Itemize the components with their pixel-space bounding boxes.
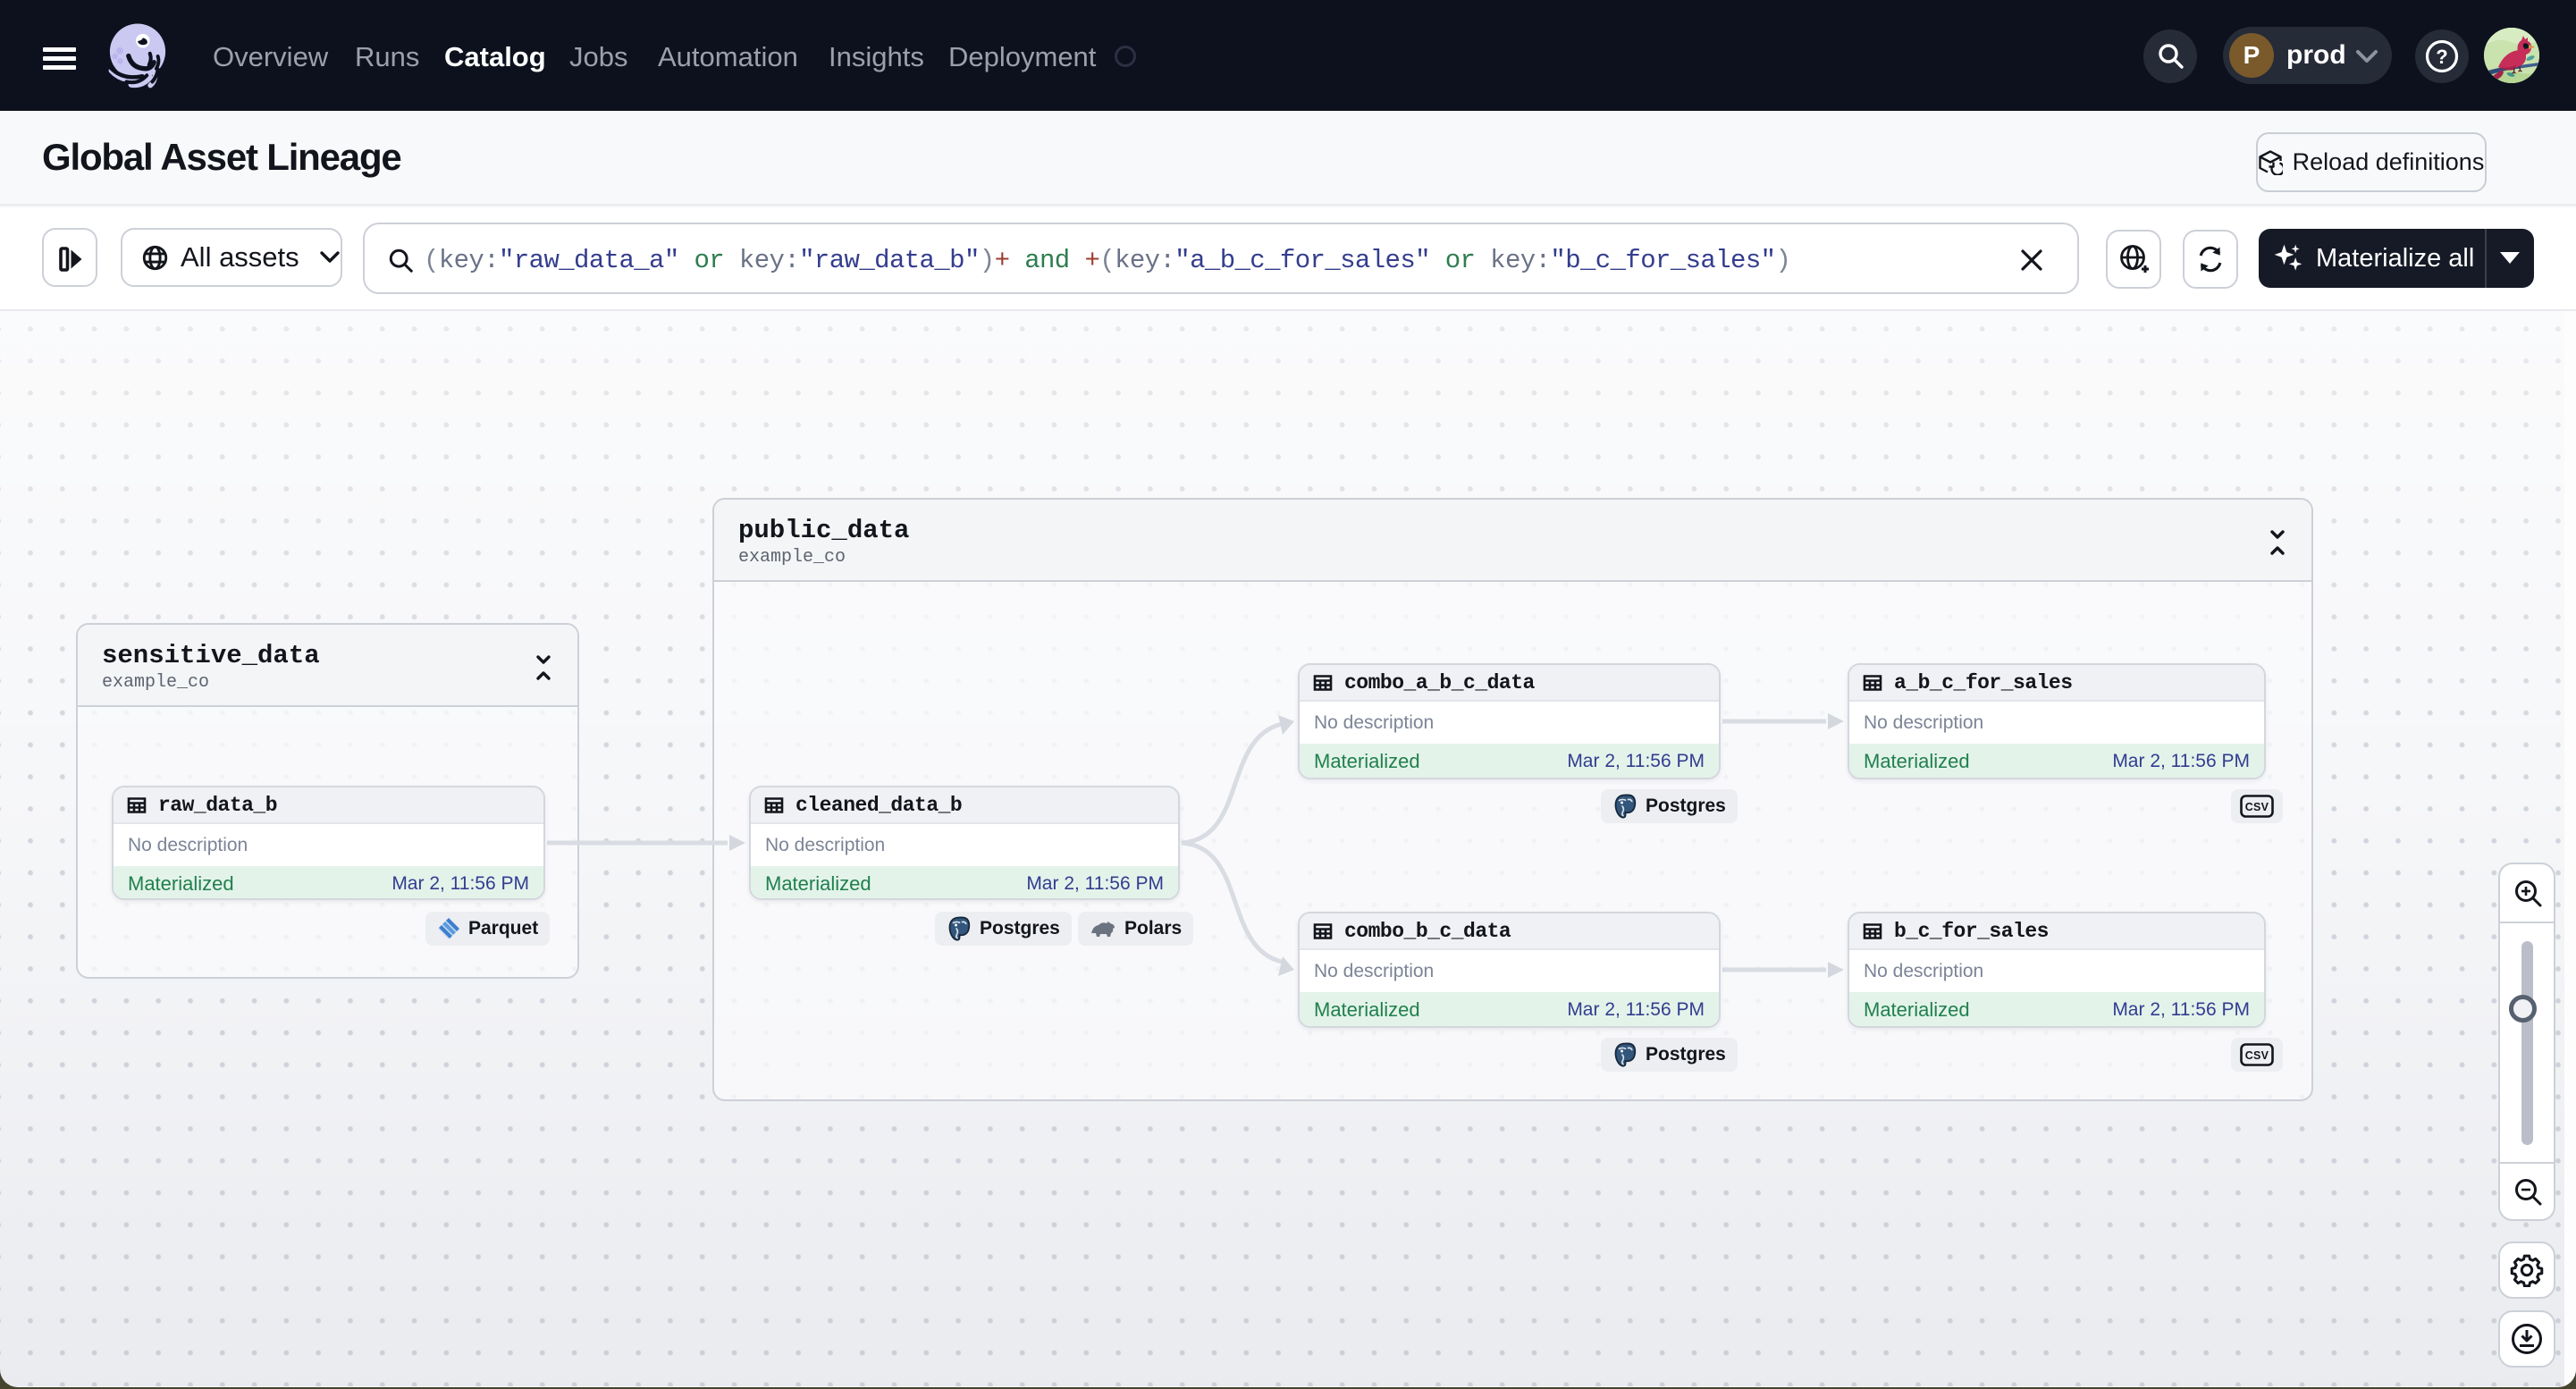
svg-text:?: ? [2436,46,2447,68]
svg-text:CSV: CSV [2245,1049,2269,1062]
svg-text:CSV: CSV [2245,801,2269,813]
